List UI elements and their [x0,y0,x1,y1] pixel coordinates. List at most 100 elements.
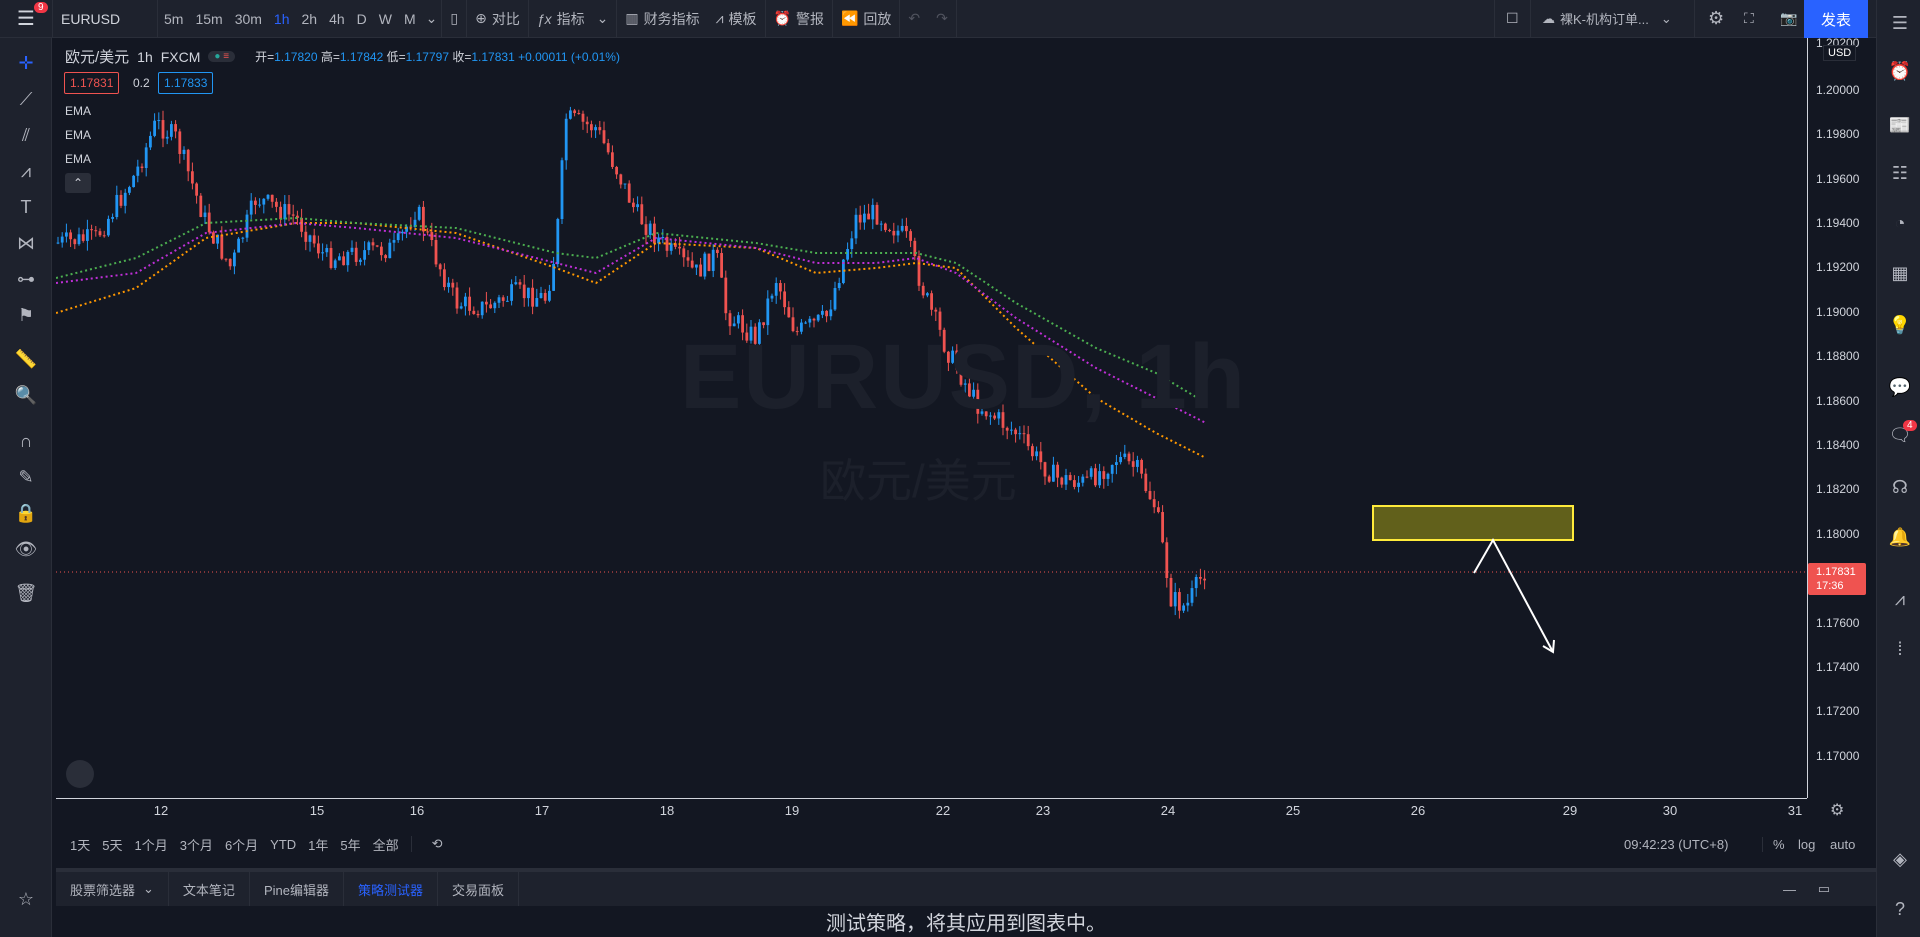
streams-icon[interactable]: ☊ [1887,474,1913,500]
percent-toggle[interactable]: % [1762,836,1791,852]
chart-type-button[interactable]: ▯ [442,0,466,38]
lock-icon[interactable]: 🔒 [13,500,39,526]
watchlist-icon[interactable]: ☰ [1887,10,1913,36]
candle-body [1123,453,1127,457]
calendar-icon[interactable]: ▦ [1887,260,1913,286]
templates-button[interactable]: ⩘ 模板 [708,0,765,38]
eye-icon[interactable]: 👁 [13,536,39,562]
screener-icon[interactable]: ☷ [1887,160,1913,186]
ema-legend-1[interactable]: EMA [65,104,91,118]
projection-arrow[interactable] [1473,537,1554,653]
zoom-icon[interactable]: 🔍 [13,382,39,408]
ema-legend-3[interactable]: EMA [65,152,91,166]
menu-button[interactable]: ☰ 9 [0,0,52,38]
interval-dropdown-icon[interactable]: ⌄ [422,0,442,38]
range-1y[interactable]: 1年 [302,835,334,854]
financials-button[interactable]: ▥ 财务指标 [617,0,707,38]
ema-legend-2[interactable]: EMA [65,128,91,142]
buy-price-box[interactable]: 1.17833 [158,72,214,94]
interval-15m[interactable]: 15m [189,0,228,38]
indicators-button[interactable]: ƒx 指标 ⌄ [529,0,617,38]
alert-button[interactable]: ⏰ 警报 [766,0,832,38]
forecast-icon[interactable]: ⊶ [13,266,39,292]
interval-1h[interactable]: 1h [268,0,296,38]
sell-price-box[interactable]: 1.17831 [64,72,120,94]
trash-icon[interactable]: 🗑 [13,580,39,606]
range-6m[interactable]: 6个月 [219,835,264,854]
currency-badge[interactable]: USD [1823,45,1857,61]
star-icon[interactable]: ☆ [13,886,39,912]
tab-text-notes[interactable]: 文本笔记 [169,872,250,906]
minimize-panel-button[interactable]: — [1783,882,1796,897]
help-icon[interactable]: ? [1887,896,1913,922]
undo-button[interactable]: ↶ [900,0,928,38]
trendline-icon[interactable]: ⟋ [13,86,39,112]
candle-body [203,212,207,217]
interval-2h[interactable]: 2h [296,0,324,38]
news-icon[interactable]: 📰 [1887,112,1913,138]
interval-4h[interactable]: 4h [323,0,351,38]
range-1m[interactable]: 1个月 [128,835,173,854]
alarm-clock-icon[interactable]: ⏰ [1887,58,1913,84]
interval-w[interactable]: W [373,0,398,38]
hotlist-icon[interactable]: ◔ [1887,210,1913,236]
snapshot-button[interactable]: 📷 [1772,0,1805,38]
goto-date-button[interactable]: ⟲ [410,836,455,852]
series-legend[interactable]: 欧元/美元 1h FXCM ● ≡ 开=1.17820 高=1.17842 低=… [65,46,620,67]
collapse-legend-button[interactable]: ⌃ [65,173,91,193]
candle-body [716,249,719,254]
ideas-icon[interactable]: 💡 [1887,312,1913,338]
settings-button[interactable]: ⚙ [1700,0,1732,38]
range-ytd[interactable]: YTD [264,837,302,852]
text-icon[interactable]: T [13,194,39,220]
layout-select-button[interactable]: ☐ [1498,0,1527,38]
interval-5m[interactable]: 5m [158,0,189,38]
replay-label: 回放 [863,10,892,27]
pitchfork-icon[interactable]: ⫽ [13,122,39,148]
publish-button[interactable]: 发表 [1804,0,1868,38]
interval-d[interactable]: D [351,0,373,38]
time-axis[interactable]: 12 15 16 17 18 19 22 23 24 25 26 29 30 3… [56,798,1807,824]
axis-settings-button[interactable]: ⚙ [1830,800,1844,820]
market-status-toggle[interactable]: ● ≡ [208,51,236,62]
candles-icon: ▯ [450,10,459,26]
fullscreen-button[interactable]: ⛶ [1736,0,1762,38]
tab-trading-panel[interactable]: 交易面板 [438,872,519,906]
order-panel-icon[interactable]: ⩘ [1887,586,1913,612]
magnet-icon[interactable]: ∩ [13,428,39,454]
tab-strategy-tester[interactable]: 策略测试器 [344,872,438,906]
range-5y[interactable]: 5年 [334,835,366,854]
log-toggle[interactable]: log [1792,837,1821,852]
candle-body [493,302,497,309]
crosshair-icon[interactable]: ✛ [13,50,39,76]
layout-name-button[interactable]: ☁ 裸K-机构订单... ⌄ [1534,0,1680,38]
interval-30m[interactable]: 30m [229,0,268,38]
supply-zone[interactable] [1372,505,1574,541]
range-5d[interactable]: 5天 [96,835,128,854]
candle-body [1014,429,1017,435]
ruler-icon[interactable]: 📏 [13,346,39,372]
range-1d[interactable]: 1天 [64,835,96,854]
layers-icon[interactable]: ◈ [1887,846,1913,872]
dom-icon[interactable]: ⁞ [1887,636,1913,662]
range-3m[interactable]: 3个月 [174,835,219,854]
icons-icon[interactable]: ⚑ [13,302,39,328]
clock-time[interactable]: 09:42:23 (UTC+8) [1618,837,1734,852]
chat-icon[interactable]: 💬 [1887,374,1913,400]
range-all[interactable]: 全部 [367,835,405,854]
price-axis[interactable]: 1.20200 1.20000 1.19800 1.19600 1.19400 … [1807,36,1875,798]
compare-button[interactable]: ⊕ 对比 [467,0,528,38]
tab-stock-screener[interactable]: 股票筛选器 ⌄ [56,872,169,906]
logo-bubble[interactable] [66,760,94,788]
pattern-icon[interactable]: ⩘ [13,158,39,184]
maximize-panel-button[interactable]: ▭ [1818,881,1830,897]
auto-toggle[interactable]: auto [1824,837,1861,852]
replay-button[interactable]: ⏪ 回放 [833,0,899,38]
bell-icon[interactable]: 🔔 [1887,524,1913,550]
redo-button[interactable]: ↷ [928,0,956,38]
xabcd-icon[interactable]: ⋈ [13,230,39,256]
stay-drawing-icon[interactable]: ✎ [13,464,39,490]
interval-m[interactable]: M [398,0,422,38]
tab-pine-editor[interactable]: Pine编辑器 [250,872,344,906]
symbol-search[interactable]: EURUSD [53,0,157,38]
